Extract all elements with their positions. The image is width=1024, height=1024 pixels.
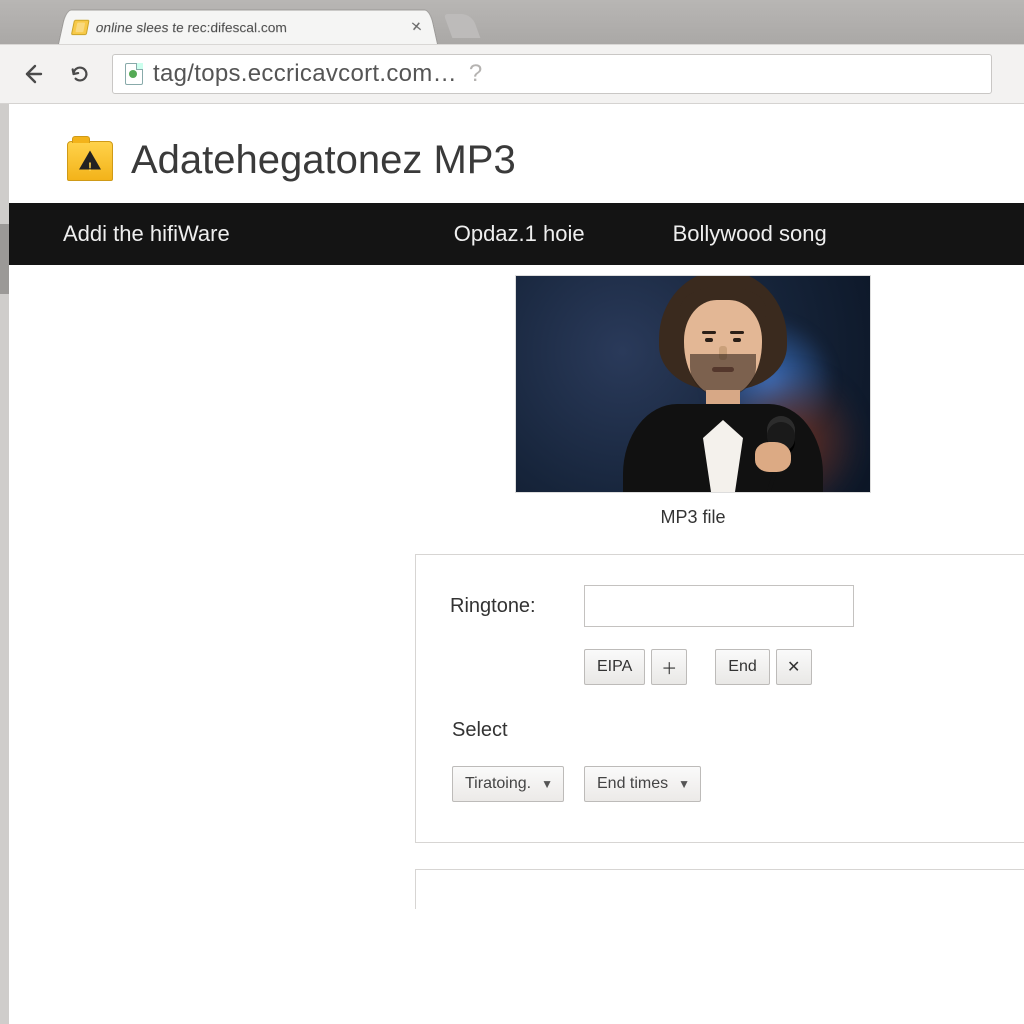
page-viewport: ! Adatehegatonez MP3 Addi the hifiWare O… bbox=[0, 104, 1024, 1024]
end-times-select-label: End times bbox=[597, 775, 668, 793]
end-times-select[interactable]: End times ▼ bbox=[584, 766, 701, 802]
hero: MP3 file bbox=[515, 275, 871, 528]
chevron-down-icon: ▼ bbox=[541, 777, 553, 791]
tiratoing-select[interactable]: Tiratoing. ▼ bbox=[452, 766, 564, 802]
tab-strip: online slees te rec:difescal.com ✕ bbox=[0, 0, 1024, 44]
ringtone-input[interactable] bbox=[584, 585, 854, 627]
ringtone-label: Ringtone: bbox=[450, 595, 560, 618]
plus-icon: ＋ bbox=[661, 655, 677, 679]
address-bar-text: tag/tops.eccricavcort.com… bbox=[153, 60, 457, 88]
page-content: MP3 file Ringtone: EIPA ＋ bbox=[9, 265, 1024, 909]
nav-item-hifiware[interactable]: Addi the hifiWare bbox=[63, 221, 410, 247]
reload-button[interactable] bbox=[66, 60, 94, 88]
ringtone-form: Ringtone: EIPA ＋ End bbox=[415, 554, 1024, 843]
tiratoing-select-label: Tiratoing. bbox=[465, 775, 531, 793]
back-button[interactable] bbox=[18, 59, 48, 89]
arrow-left-icon bbox=[21, 62, 45, 86]
chevron-down-icon: ▼ bbox=[678, 777, 690, 791]
eipa-add-button[interactable]: ＋ bbox=[651, 649, 687, 685]
secondary-card bbox=[415, 869, 1024, 909]
site-security-icon bbox=[125, 63, 143, 85]
nav-item-bollywood[interactable]: Bollywood song bbox=[629, 221, 871, 247]
reload-icon bbox=[69, 63, 91, 85]
end-clear-button[interactable]: ✕ bbox=[776, 649, 812, 685]
eipa-button-label: EIPA bbox=[597, 658, 632, 676]
tab-close-icon[interactable]: ✕ bbox=[408, 20, 424, 33]
new-tab-button[interactable] bbox=[444, 14, 481, 38]
address-bar[interactable]: tag/tops.eccricavcort.com… ? bbox=[112, 54, 992, 94]
scrollbar-thumb[interactable] bbox=[0, 224, 9, 294]
tab-favicon-icon bbox=[71, 19, 90, 34]
end-button[interactable]: End bbox=[715, 649, 769, 685]
nav-item-opdaz[interactable]: Opdaz.1 hoie bbox=[410, 221, 629, 247]
page-header: ! Adatehegatonez MP3 bbox=[9, 104, 1024, 203]
eipa-button[interactable]: EIPA bbox=[584, 649, 645, 685]
browser-toolbar: tag/tops.eccricavcort.com… ? bbox=[0, 44, 1024, 104]
select-label: Select bbox=[452, 719, 1024, 742]
hero-image bbox=[515, 275, 871, 493]
end-button-label: End bbox=[728, 658, 756, 676]
omnibox-suggest-icon: ? bbox=[469, 60, 482, 88]
hero-caption: MP3 file bbox=[515, 507, 871, 528]
primary-nav: Addi the hifiWare Opdaz.1 hoie Bollywood… bbox=[9, 203, 1024, 265]
page-title: Adatehegatonez MP3 bbox=[131, 138, 516, 183]
close-icon: ✕ bbox=[787, 657, 800, 677]
brand-folder-warning-icon: ! bbox=[67, 141, 113, 181]
tab-title: online slees te rec:difescal.com bbox=[95, 19, 404, 34]
browser-tab[interactable]: online slees te rec:difescal.com ✕ bbox=[58, 10, 438, 44]
browser-window: online slees te rec:difescal.com ✕ tag/t… bbox=[0, 0, 1024, 1024]
